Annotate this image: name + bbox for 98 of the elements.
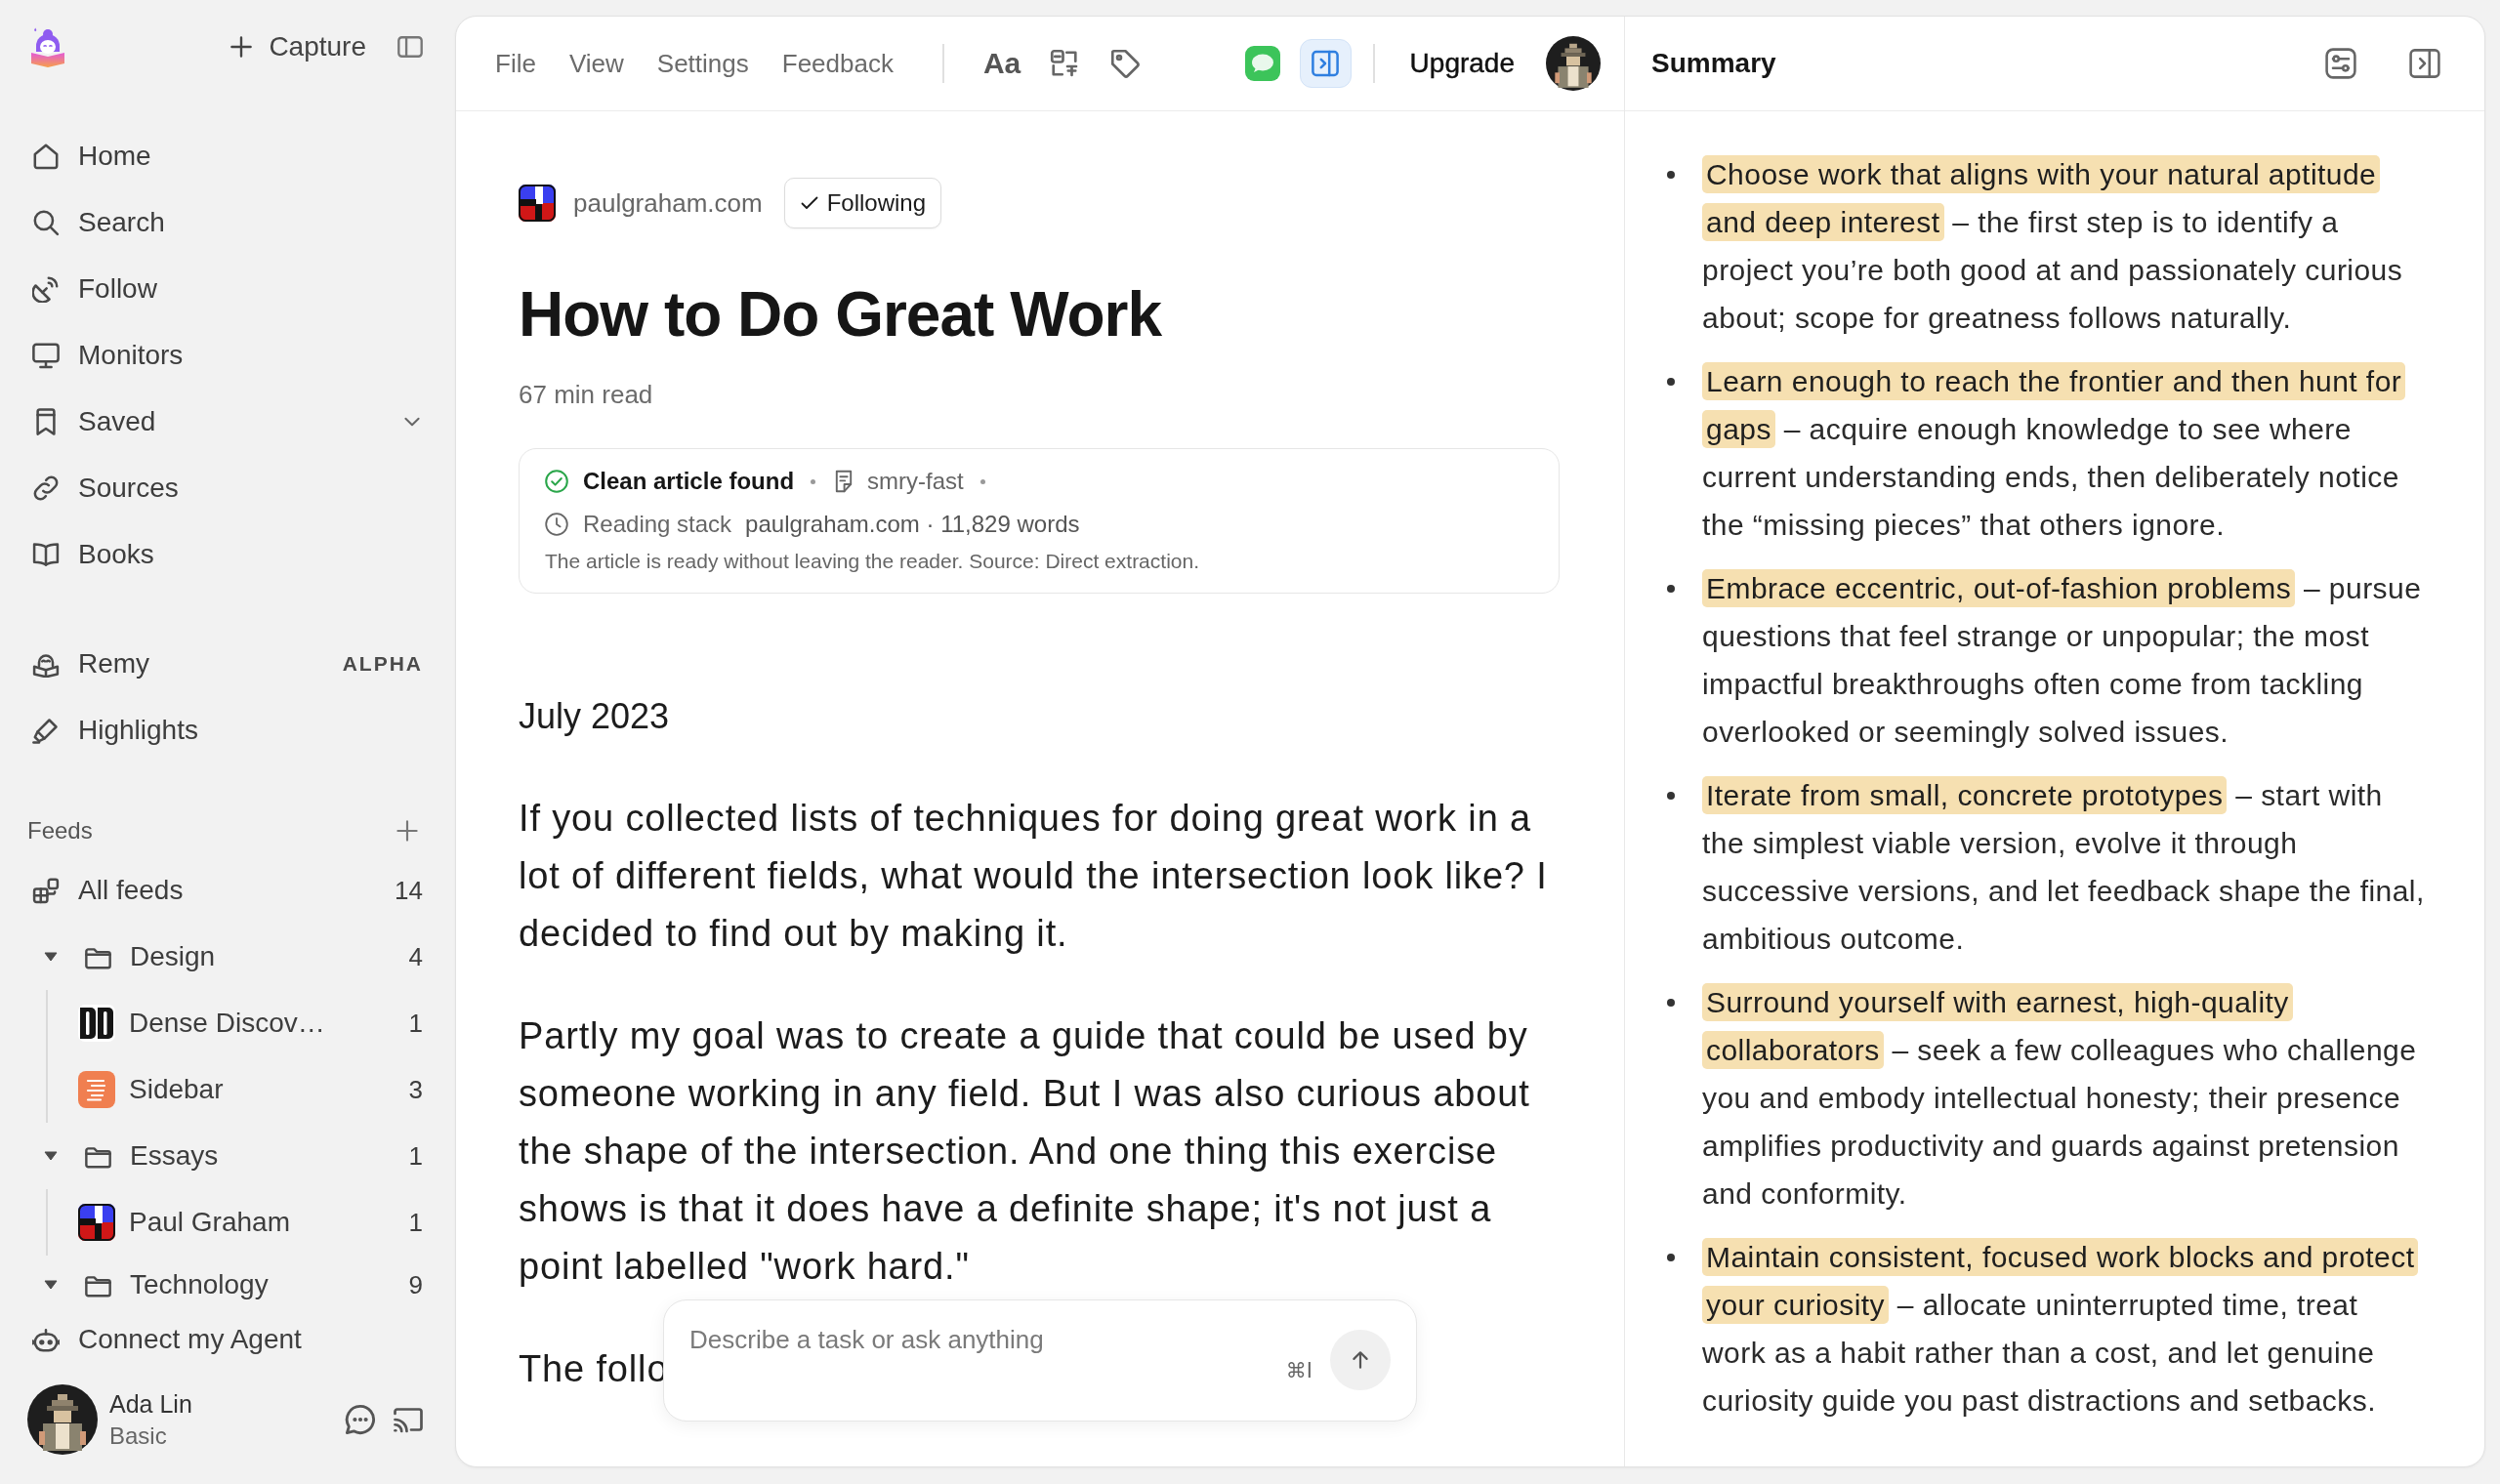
sidebar-panel-icon[interactable] — [397, 34, 423, 60]
composer-field[interactable]: Describe a task or ask anything ⌘I — [663, 1299, 1417, 1422]
bullet-icon — [1667, 378, 1675, 386]
check-circle-icon — [545, 470, 568, 493]
folder-link[interactable]: Design — [69, 924, 403, 990]
user-name: Ada Lin — [109, 1389, 192, 1419]
sliders-icon[interactable] — [2325, 48, 2356, 79]
status-title: Clean article found — [583, 468, 795, 495]
bullet-icon — [1667, 792, 1675, 800]
nav-item[interactable]: Monitors — [0, 322, 423, 389]
book-icon — [32, 541, 60, 568]
text-style-button[interactable]: Aa — [982, 47, 1021, 80]
nav-item[interactable]: Search — [0, 189, 423, 256]
feed-link[interactable]: Paul Graham — [48, 1189, 403, 1256]
grid-corners-icon[interactable] — [1050, 49, 1080, 78]
menu-item[interactable]: Settings — [656, 48, 749, 79]
following-button[interactable]: Following — [783, 178, 942, 228]
folder-link[interactable]: Essays — [69, 1123, 403, 1189]
disclosure-triangle-icon[interactable] — [44, 1280, 58, 1290]
tag-icon[interactable] — [1110, 49, 1141, 78]
nav-item[interactable]: Saved — [0, 389, 423, 455]
article-title: How to Do Great Work — [519, 278, 1161, 351]
menu-item[interactable]: Feedback — [781, 48, 894, 79]
section-heading: Feeds — [27, 817, 93, 845]
feed-link[interactable]: All feeds — [0, 857, 396, 924]
user-avatar[interactable] — [1546, 36, 1601, 91]
nav-item[interactable]: Sources — [0, 455, 423, 521]
source-name[interactable]: paulgraham.com — [573, 187, 763, 219]
stage-label: ALPHA — [342, 652, 423, 676]
stencil-logo-icon — [78, 1005, 115, 1042]
nav-item[interactable]: Remy — [0, 631, 343, 697]
bullet-icon — [1667, 171, 1675, 179]
summary-point: Embrace eccentric, out-of-fashion problems – pursue questions that feel strange or unpopular; the most impactful breakthroughs often come from tackling overlooked or seemingly solved issues. — [1702, 564, 2426, 756]
plus-icon — [229, 35, 254, 59]
unread-count: 1 — [407, 1008, 423, 1039]
cast-icon[interactable] — [394, 1405, 423, 1434]
nav-item[interactable]: Connect my Agent — [0, 1314, 423, 1365]
feed-link[interactable]: Dense Discov… — [48, 990, 403, 1056]
unread-count: 3 — [407, 1074, 423, 1105]
link-icon — [32, 474, 60, 502]
bullet-icon — [1667, 585, 1675, 593]
article-date: July 2023 — [519, 695, 670, 738]
summary-toggle-button[interactable] — [1299, 39, 1352, 88]
bullet-icon — [1667, 999, 1675, 1007]
summary-point: Choose work that aligns with your natural aptitude and deep interest – the first step is to identify a project you’re both good at and passionately curious about; scope for greatness follows naturally. — [1702, 150, 2426, 342]
disclosure-triangle-icon[interactable] — [44, 1151, 58, 1161]
feeds-grid-icon — [32, 877, 60, 904]
menu-item[interactable]: File — [495, 48, 536, 79]
bullet-icon — [1667, 1254, 1675, 1261]
monitor-icon — [32, 342, 60, 369]
nav-item[interactable]: Home — [0, 123, 423, 189]
text-lines-logo-icon — [78, 1071, 115, 1108]
panel-right-icon — [1312, 50, 1340, 77]
plus-icon[interactable] — [396, 819, 419, 843]
chat-bubble-icon[interactable] — [345, 1404, 376, 1435]
summary-point: Iterate from small, concrete prototypes – start with the simplest viable version, evolve it through successive versions, and let feedback shape the final, ambitious outcome. — [1702, 771, 2426, 963]
panel-title: Summary — [1651, 48, 1776, 79]
separator-dot-icon — [811, 478, 816, 484]
extractor-name: smry-fast — [867, 468, 964, 495]
unread-count: 14 — [395, 875, 423, 906]
folder-link[interactable]: Technology — [69, 1256, 403, 1314]
read-time: 67 min read — [519, 379, 653, 411]
menu-item[interactable]: View — [568, 48, 624, 79]
unread-count: 1 — [407, 1207, 423, 1238]
disclosure-triangle-icon[interactable] — [44, 952, 58, 962]
nav-item[interactable]: Books — [0, 521, 423, 588]
article-paragraph: If you collected lists of techniques for doing great work in a lot of different fields, what would the intersection look like? I decided to find out by making it. — [519, 797, 1549, 956]
search-icon — [32, 209, 60, 236]
status-note: The article is ready without leaving the reader. Source: Direct extraction. — [545, 549, 1200, 574]
arrow-up-icon — [1350, 1349, 1371, 1371]
reading-stack-label: Reading stack — [583, 511, 732, 538]
feed-link[interactable]: Sidebar — [48, 1056, 403, 1123]
panel-right-icon[interactable] — [2409, 48, 2440, 79]
home-icon — [32, 143, 60, 170]
unread-count: 4 — [407, 941, 423, 972]
shortcut-hint: ⌘I — [1285, 1359, 1312, 1382]
summary-point: Maintain consistent, focused work blocks and protect your curiosity – allocate uninterrupted time, treat work as a habit rather than a cost, and let genuine curiosity guide you past distractions and setbacks. — [1702, 1233, 2426, 1424]
blocks-logo-icon — [78, 1204, 115, 1241]
robot-icon — [32, 1326, 60, 1353]
separator-dot-icon — [979, 478, 985, 484]
summary-point: Learn enough to reach the frontier and then hunt for gaps – acquire enough knowledge to see where current understanding ends, then deliberately notice the “missing pieces” that others ignore. — [1702, 357, 2426, 549]
unread-count: 9 — [407, 1269, 423, 1300]
upgrade-button[interactable]: Upgrade — [1409, 48, 1515, 79]
chat-input[interactable]: Describe a task or ask anything — [689, 1318, 1236, 1361]
nav-item[interactable]: Follow — [0, 256, 423, 322]
unread-count: 1 — [407, 1140, 423, 1172]
capture-button[interactable]: Capture — [229, 27, 366, 66]
summary-point: Surround yourself with earnest, high-quality collaborators – seek a few colleagues who challenge you and embody intellectual honesty; their presence amplifies productivity and guards against pretension and conformity. — [1702, 978, 2426, 1217]
nav-item[interactable]: Highlights — [0, 697, 423, 763]
article-paragraph: Partly my goal was to create a guide that could be used by someone working in any field. But I was also curious about the shape of the intersection. And one thing this exercise shows is that it does have a definite shape; it's not just a point labelled "work hard." — [519, 1014, 1531, 1289]
blocks-logo-icon — [519, 185, 556, 222]
logo-icon[interactable] — [29, 26, 64, 67]
user-avatar[interactable] — [27, 1384, 98, 1455]
highlighter-icon — [32, 717, 60, 744]
article-stats: paulgraham.com · 11,829 words — [745, 511, 1080, 538]
clock-icon — [545, 513, 568, 536]
user-plan: Basic — [109, 1422, 168, 1450]
satellite-dish-icon — [32, 275, 60, 303]
